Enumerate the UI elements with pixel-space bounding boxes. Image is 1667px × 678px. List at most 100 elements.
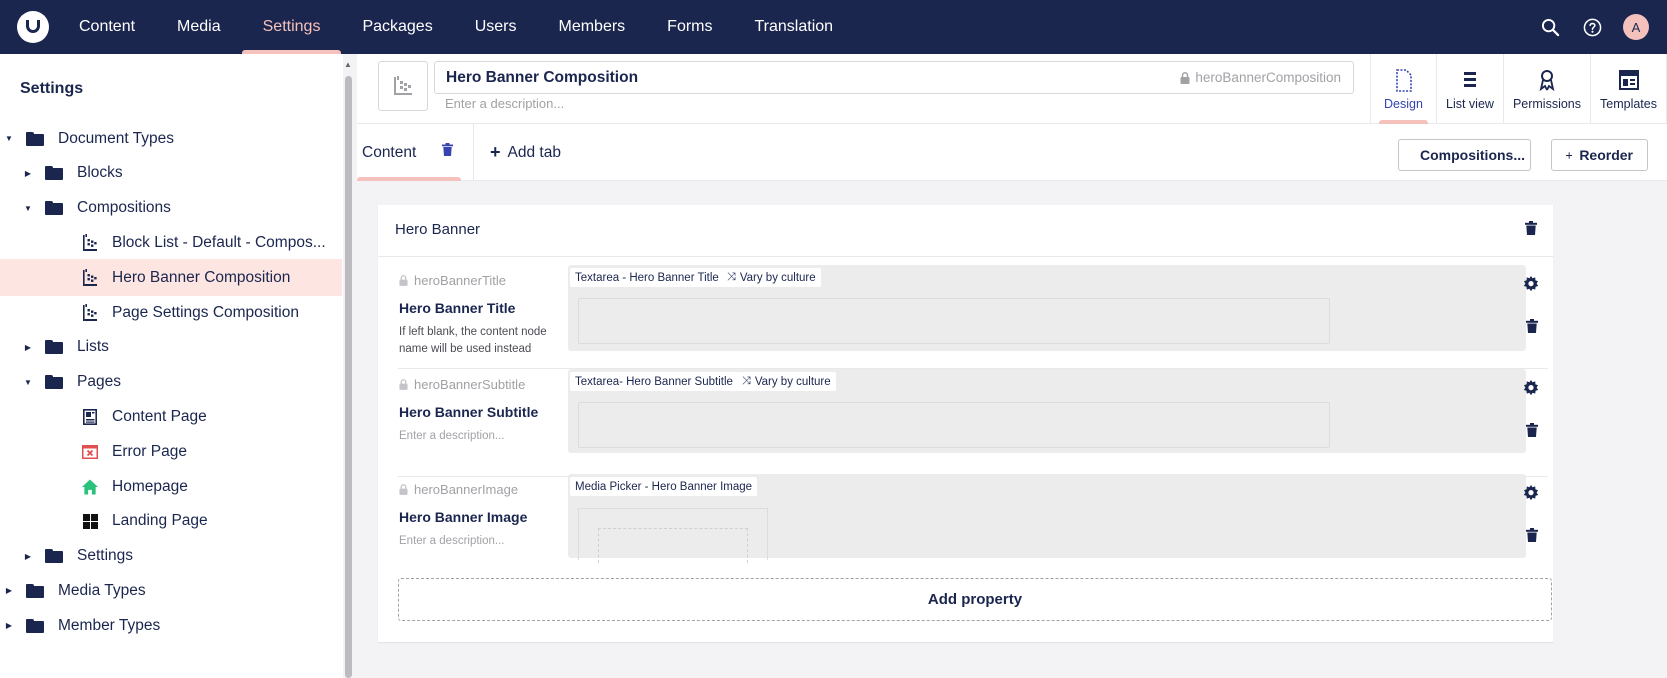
nav-forms[interactable]: Forms xyxy=(646,0,733,54)
document-type-icon-picker[interactable] xyxy=(378,61,428,111)
delete-property-trash-icon[interactable] xyxy=(1526,423,1538,442)
property-name[interactable]: Hero Banner Title xyxy=(399,300,515,316)
lock-icon[interactable] xyxy=(399,484,408,495)
app-templates-label: Templates xyxy=(1600,97,1657,111)
settings-gear-icon[interactable] xyxy=(1523,485,1539,506)
error-page-icon xyxy=(82,444,98,460)
tree-item[interactable]: Block List - Default - Compos... xyxy=(0,224,342,261)
add-property-button[interactable]: Add property xyxy=(398,578,1552,621)
tree-item-label: Error Page xyxy=(112,442,187,460)
nav-translation[interactable]: Translation xyxy=(734,0,855,54)
delete-property-trash-icon[interactable] xyxy=(1526,319,1538,338)
composition-icon xyxy=(82,269,98,287)
caret-down-icon[interactable]: ▼ xyxy=(4,134,14,144)
group-trash-icon[interactable] xyxy=(1525,221,1537,240)
sidebar-scrollbar[interactable]: ▲ xyxy=(343,54,353,678)
name-value: Hero Banner Composition xyxy=(446,68,639,86)
delete-property-trash-icon[interactable] xyxy=(1526,528,1538,547)
group-header: Hero Banner xyxy=(378,205,1553,257)
tree-item[interactable]: ▼ Document Types xyxy=(0,120,342,157)
tree-item[interactable]: ▶ Settings xyxy=(0,538,342,575)
tree-item[interactable]: ▶ Member Types xyxy=(0,607,342,644)
property-alias[interactable]: heroBannerTitle xyxy=(399,273,506,288)
property-alias-value: heroBannerTitle xyxy=(414,273,507,288)
help-icon[interactable] xyxy=(1581,16,1603,38)
property-editor-preview[interactable]: Media Picker - Hero Banner Image xyxy=(568,474,1526,563)
nav-users[interactable]: Users xyxy=(454,0,538,54)
tree-item[interactable]: Content Page xyxy=(0,398,342,435)
caret-right-icon[interactable]: ▶ xyxy=(4,621,14,631)
alias-field[interactable]: heroBannerComposition xyxy=(1180,70,1341,85)
caret-right-icon[interactable]: ▶ xyxy=(23,168,33,178)
nav-settings[interactable]: Settings xyxy=(241,0,342,54)
tree-item-label: Hero Banner Composition xyxy=(112,268,291,286)
tree-item[interactable]: Error Page xyxy=(0,433,342,470)
property-description[interactable]: Enter a description... xyxy=(399,533,554,550)
app-design[interactable]: Design xyxy=(1371,54,1437,124)
caret-right-icon[interactable]: ▶ xyxy=(23,551,33,561)
textarea-preview xyxy=(578,402,1330,448)
lock-icon[interactable] xyxy=(399,379,408,390)
property-name[interactable]: Hero Banner Image xyxy=(399,509,527,525)
sidebar-title: Settings xyxy=(20,80,84,97)
tree-item[interactable]: ▶ Media Types xyxy=(0,572,342,609)
property-name[interactable]: Hero Banner Subtitle xyxy=(399,404,538,420)
list-icon xyxy=(1463,72,1476,87)
tree-item[interactable]: Page Settings Composition xyxy=(0,294,342,331)
tree-item[interactable]: Homepage xyxy=(0,468,342,505)
lock-icon[interactable] xyxy=(399,275,408,286)
composition-icon xyxy=(82,234,98,252)
app-permissions[interactable]: Permissions xyxy=(1504,54,1592,124)
group-title[interactable]: Hero Banner xyxy=(395,221,480,238)
property-alias[interactable]: heroBannerSubtitle xyxy=(399,377,525,392)
umbraco-logo[interactable] xyxy=(17,11,49,43)
caret-down-icon[interactable]: ▼ xyxy=(23,377,33,387)
tree-item-label: Landing Page xyxy=(112,512,208,530)
property-description[interactable]: Enter a description... xyxy=(399,428,554,445)
move-icon xyxy=(1566,151,1573,159)
app-design-label: Design xyxy=(1384,97,1423,111)
tree-item-label: Blocks xyxy=(77,164,123,182)
app-templates[interactable]: Templates xyxy=(1591,54,1667,124)
caret-right-icon[interactable]: ▶ xyxy=(23,342,33,352)
scroll-thumb[interactable] xyxy=(345,76,352,678)
textarea-preview xyxy=(578,298,1330,344)
editor-tag: Textarea- Hero Banner Subtitle xyxy=(570,372,738,391)
caret-down-icon[interactable]: ▼ xyxy=(23,203,33,213)
tree-item[interactable]: ▶ Blocks xyxy=(0,155,342,192)
name-input[interactable]: Hero Banner Composition heroBannerCompos… xyxy=(434,61,1354,94)
tree-item[interactable]: ▼ Pages xyxy=(0,364,342,401)
lock-icon[interactable] xyxy=(1180,71,1190,84)
scroll-up-arrow-icon[interactable]: ▲ xyxy=(344,60,352,69)
add-tab-label: Add tab xyxy=(507,143,561,161)
app-list-view[interactable]: List view xyxy=(1437,54,1504,124)
nav-members[interactable]: Members xyxy=(537,0,646,54)
alias-value: heroBannerComposition xyxy=(1195,70,1341,85)
reorder-button[interactable]: Reorder xyxy=(1551,139,1648,171)
caret-right-icon[interactable]: ▶ xyxy=(4,586,14,596)
compositions-button[interactable]: Compositions... xyxy=(1398,139,1531,171)
main-panel: Hero Banner Composition heroBannerCompos… xyxy=(357,54,1667,678)
home-icon xyxy=(82,478,98,495)
tree-item[interactable]: Hero Banner Composition xyxy=(0,259,342,297)
settings-gear-icon[interactable] xyxy=(1523,380,1539,401)
tree-item[interactable]: Landing Page xyxy=(0,503,342,540)
folder-icon xyxy=(26,583,44,598)
nav-packages[interactable]: Packages xyxy=(341,0,453,54)
property-alias[interactable]: heroBannerImage xyxy=(399,482,518,497)
search-icon[interactable] xyxy=(1539,16,1561,38)
property-editor-preview[interactable]: Textarea - Hero Banner Title ⤨ Vary by cul… xyxy=(568,265,1526,351)
tree-item[interactable]: ▼ Compositions xyxy=(0,190,342,227)
tab-trash-icon[interactable] xyxy=(442,143,453,161)
tree-item[interactable]: ▶ Lists xyxy=(0,329,342,366)
settings-gear-icon[interactable] xyxy=(1523,276,1539,297)
editor-apps: Design List view Permissions Templates xyxy=(1370,54,1667,124)
plus-icon: + xyxy=(490,142,501,162)
add-tab-button[interactable]: + Add tab xyxy=(490,142,561,163)
property-editor-preview[interactable]: Textarea- Hero Banner Subtitle ⤨ Vary by c… xyxy=(568,369,1526,453)
nav-media[interactable]: Media xyxy=(156,0,242,54)
description-input[interactable]: Enter a description... xyxy=(445,96,564,111)
user-avatar[interactable]: A xyxy=(1623,14,1649,40)
property-description[interactable]: If left blank, the content node name wil… xyxy=(399,324,554,358)
nav-content[interactable]: Content xyxy=(58,0,156,54)
